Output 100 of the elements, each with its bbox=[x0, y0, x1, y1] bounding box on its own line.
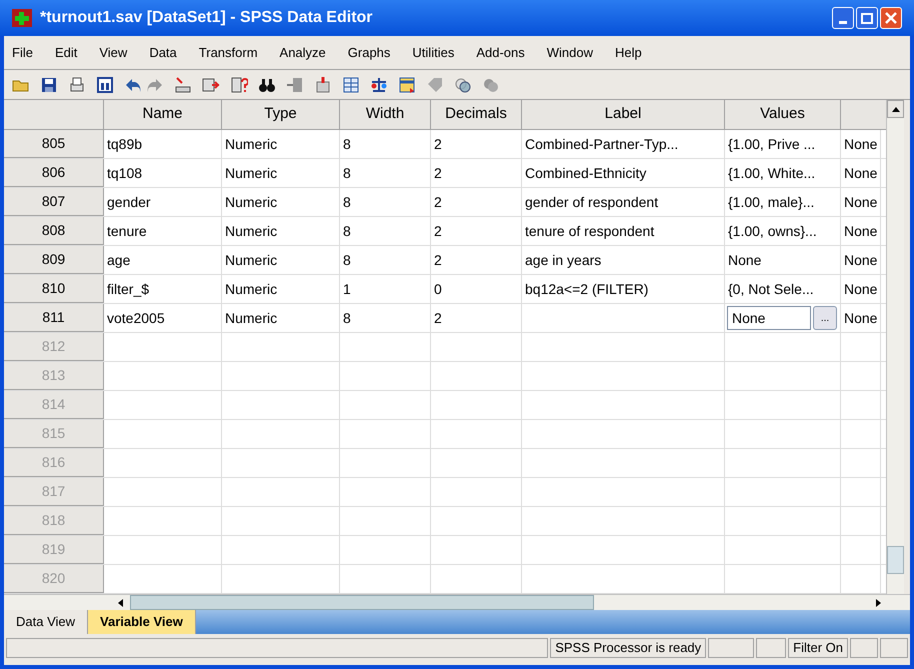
table-cell-text: age bbox=[107, 250, 130, 270]
table-cell-text: {1.00, Prive ... bbox=[728, 134, 816, 154]
table-cell-text: None bbox=[844, 192, 878, 212]
row-number[interactable]: 809 bbox=[4, 246, 104, 274]
table-cell-text: 8 bbox=[343, 192, 351, 212]
table-cell-text: filter_$ bbox=[107, 280, 150, 299]
column-header[interactable]: Name bbox=[104, 100, 222, 129]
row-number[interactable]: 810 bbox=[4, 275, 104, 303]
insert-variable-column-icon[interactable] bbox=[314, 76, 332, 94]
scroll-up-button[interactable] bbox=[887, 100, 904, 118]
table-cell-text: 0 bbox=[434, 280, 442, 298]
status-pane bbox=[756, 638, 786, 658]
menu-item[interactable]: File bbox=[12, 42, 33, 62]
menu-item[interactable]: View bbox=[99, 42, 128, 62]
table-cell-text: gender of respondent bbox=[525, 192, 658, 212]
menu-item[interactable]: Utilities bbox=[412, 42, 454, 62]
column-header[interactable]: Decimals bbox=[431, 100, 522, 129]
table-cell-text: 8 bbox=[343, 250, 351, 270]
menu-item[interactable]: Help bbox=[615, 42, 642, 62]
table-cell-text: 2 bbox=[434, 308, 442, 328]
menu-item[interactable]: Analyze bbox=[280, 42, 326, 62]
menu-item[interactable]: Graphs bbox=[348, 42, 390, 62]
status-pane bbox=[708, 638, 754, 658]
table-cell-text: age in years bbox=[525, 250, 602, 270]
up-arrow-icon bbox=[892, 106, 900, 112]
table-cell-text: tq89b bbox=[107, 134, 142, 154]
table-cell-text: None bbox=[844, 164, 878, 182]
scroll-thumb[interactable] bbox=[887, 546, 904, 574]
values-browse-button[interactable]: ... bbox=[813, 306, 837, 330]
window-title: *turnout1.sav [DataSet1] - SPSS Data Editor bbox=[40, 8, 374, 28]
maximize-icon bbox=[861, 12, 873, 24]
column-header[interactable]: Values bbox=[725, 100, 841, 129]
table-cell-text: 8 bbox=[343, 222, 351, 240]
menu-item[interactable]: Add-ons bbox=[476, 42, 525, 62]
save-icon[interactable] bbox=[40, 76, 58, 94]
circles-icon[interactable] bbox=[454, 76, 472, 94]
row-number[interactable]: 808 bbox=[4, 217, 104, 245]
print-icon[interactable] bbox=[68, 76, 86, 94]
minimize-icon bbox=[839, 21, 847, 24]
menu-item[interactable]: Edit bbox=[54, 42, 78, 62]
table-cell-text: Numeric bbox=[225, 250, 278, 270]
column-header[interactable]: Width bbox=[340, 100, 431, 129]
variables-help-icon[interactable] bbox=[230, 76, 248, 94]
row-number[interactable]: 805 bbox=[4, 130, 104, 158]
table-cell-text: Numeric bbox=[225, 222, 278, 240]
menu-item[interactable]: Transform bbox=[198, 42, 258, 62]
table-cell-text: 8 bbox=[343, 308, 351, 328]
values-field[interactable]: None bbox=[727, 306, 811, 330]
table-cell-text: {1.00, male}... bbox=[728, 192, 814, 212]
close-button[interactable] bbox=[880, 7, 902, 29]
row-number[interactable]: 806 bbox=[4, 159, 104, 187]
table-cell-text: Numeric bbox=[225, 164, 278, 182]
right-arrow-icon bbox=[876, 598, 880, 606]
menu-item[interactable]: Data bbox=[149, 42, 177, 62]
table-cell-text: gender bbox=[107, 192, 151, 212]
scales-icon[interactable] bbox=[370, 76, 388, 94]
table-cell-text: 1 bbox=[343, 280, 351, 298]
table-cell-text: None bbox=[844, 134, 878, 154]
row-number[interactable]: 811 bbox=[4, 304, 104, 332]
table-cell-text: bq12a<=2 (FILTER) bbox=[525, 280, 648, 299]
column-header[interactable]: Type bbox=[222, 100, 340, 129]
table-cell-text: tenure of respondent bbox=[525, 222, 654, 241]
maximize-button[interactable] bbox=[856, 7, 878, 29]
minimize-button[interactable] bbox=[832, 7, 854, 29]
table-cell-text: Numeric bbox=[225, 308, 278, 328]
table-cell-text: 2 bbox=[434, 192, 442, 212]
table-cell-text: vote2005 bbox=[107, 308, 165, 328]
status-text: Filter On bbox=[793, 639, 843, 658]
table-cell-text: Numeric bbox=[225, 192, 278, 212]
table-cell-text: Numeric bbox=[225, 134, 278, 154]
table-cell-text: Combined-Ethnicity bbox=[525, 164, 646, 183]
horizontal-scroll-thumb[interactable] bbox=[130, 595, 594, 610]
table-cell-text: 8 bbox=[343, 164, 351, 182]
table-icon[interactable] bbox=[398, 76, 416, 94]
table-cell-text: 2 bbox=[434, 134, 442, 154]
view-tab[interactable]: Variable View bbox=[88, 610, 196, 634]
dialog-icon[interactable] bbox=[96, 76, 114, 94]
table-cell-text: 2 bbox=[434, 164, 442, 182]
status-pane bbox=[880, 638, 908, 658]
table-cell-text: tq108 bbox=[107, 164, 142, 183]
close-icon bbox=[885, 12, 897, 24]
table-cell-text: None bbox=[844, 280, 878, 298]
row-number[interactable]: 807 bbox=[4, 188, 104, 216]
table-cell-text: Numeric bbox=[225, 280, 278, 298]
menu-item[interactable]: Window bbox=[546, 42, 593, 62]
table-cell-text: None bbox=[844, 308, 878, 328]
table-cell-text: None bbox=[844, 222, 878, 240]
insert-cases-icon[interactable] bbox=[286, 76, 304, 94]
table-cell-text: tenure bbox=[107, 222, 147, 240]
table-cell-text: 2 bbox=[434, 222, 442, 240]
left-arrow-icon bbox=[118, 598, 122, 606]
table-cell-text: {1.00, White... bbox=[728, 164, 816, 183]
table-cell-text: {0, Not Sele... bbox=[728, 280, 814, 299]
grid-icon[interactable] bbox=[342, 76, 360, 94]
goto-case-icon[interactable] bbox=[174, 76, 192, 94]
table-cell-text: 8 bbox=[343, 134, 351, 154]
insert-variable-icon[interactable] bbox=[202, 76, 220, 94]
view-tab[interactable]: Data View bbox=[4, 610, 88, 634]
app-icon bbox=[12, 9, 32, 27]
column-header[interactable]: Label bbox=[522, 100, 725, 129]
